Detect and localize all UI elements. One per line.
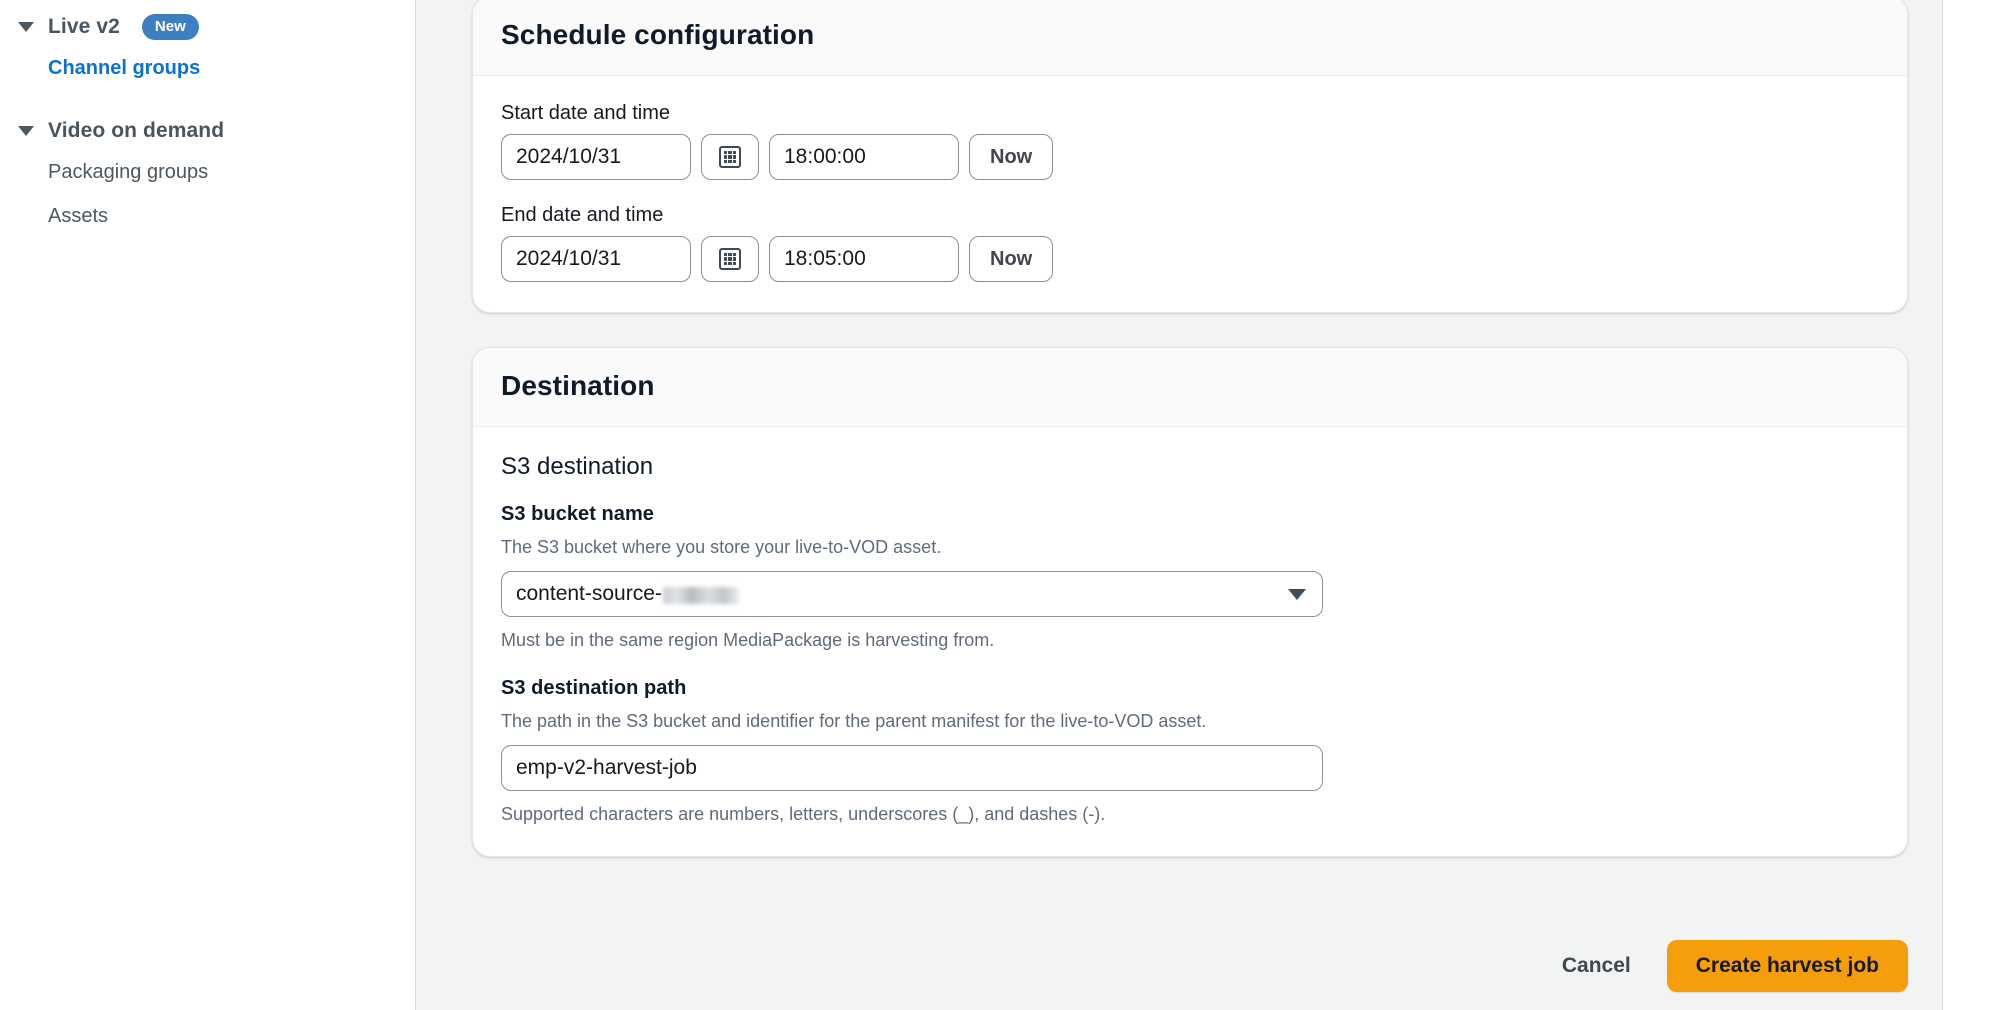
main-content: Schedule configuration Start date and ti… xyxy=(416,0,1943,1010)
card-spacer xyxy=(472,313,1908,347)
schedule-card-body: Start date and time 2024/10/31 18:00:00 … xyxy=(473,76,1907,312)
end-time-input[interactable]: 18:05:00 xyxy=(769,236,959,282)
s3-bucket-name-text: content-source- xyxy=(516,582,662,606)
start-date-time-label: Start date and time xyxy=(501,102,670,124)
sidebar-item-channel-groups[interactable]: Channel groups xyxy=(0,46,415,90)
sidebar-group-live-v2[interactable]: Live v2 New xyxy=(0,8,415,46)
form-column: Schedule configuration Start date and ti… xyxy=(472,0,1908,858)
s3-destination-path-label: S3 destination path xyxy=(501,676,687,699)
start-date-time-row: 2024/10/31 18:00:00 Now xyxy=(501,134,1879,180)
start-date-calendar-button[interactable] xyxy=(701,134,759,180)
chevron-down-icon[interactable] xyxy=(1288,588,1306,600)
form-footer-actions: Cancel Create harvest job xyxy=(472,940,1908,992)
cancel-button[interactable]: Cancel xyxy=(1540,942,1653,990)
calendar-icon xyxy=(719,146,741,168)
field-spacer xyxy=(501,180,1879,204)
sidebar-group-title: Live v2 xyxy=(48,15,120,38)
start-date-input[interactable]: 2024/10/31 xyxy=(501,134,691,180)
s3-bucket-name-description: The S3 bucket where you store your live-… xyxy=(501,537,942,557)
start-time-input[interactable]: 18:00:00 xyxy=(769,134,959,180)
start-now-button[interactable]: Now xyxy=(969,134,1054,180)
destination-card-body: S3 destination S3 bucket name The S3 buc… xyxy=(473,427,1907,856)
destination-card-title: Destination xyxy=(501,370,655,401)
schedule-configuration-card: Schedule configuration Start date and ti… xyxy=(472,0,1908,313)
new-badge: New xyxy=(141,14,199,40)
app-root: Live v2 New Channel groups Video on dema… xyxy=(0,0,2000,1010)
caret-down-icon[interactable] xyxy=(18,22,34,32)
schedule-card-header: Schedule configuration xyxy=(473,0,1907,76)
s3-bucket-name-select[interactable]: content-source- xyxy=(501,571,1323,618)
end-date-input[interactable]: 2024/10/31 xyxy=(501,236,691,282)
end-date-time-label: End date and time xyxy=(501,204,664,226)
destination-card-header: Destination xyxy=(473,348,1907,427)
s3-destination-path-hint: Supported characters are numbers, letter… xyxy=(501,803,1106,824)
end-now-button[interactable]: Now xyxy=(969,236,1054,282)
create-harvest-job-button[interactable]: Create harvest job xyxy=(1666,940,1908,992)
redacted-text-block xyxy=(662,586,739,604)
end-date-time-row: 2024/10/31 18:05:00 Now xyxy=(501,236,1879,282)
schedule-card-title: Schedule configuration xyxy=(501,19,815,50)
sidebar-navigation: Live v2 New Channel groups Video on dema… xyxy=(0,0,416,1010)
calendar-icon xyxy=(719,248,741,270)
sidebar-item-assets[interactable]: Assets xyxy=(0,194,415,238)
caret-down-icon[interactable] xyxy=(18,126,34,136)
field-spacer xyxy=(501,653,1879,677)
sidebar-group-title: Video on demand xyxy=(48,119,225,142)
s3-destination-section-title: S3 destination xyxy=(501,453,654,480)
s3-bucket-name-label: S3 bucket name xyxy=(501,503,654,525)
end-date-calendar-button[interactable] xyxy=(701,236,759,282)
s3-bucket-name-hint: Must be in the same region MediaPackage … xyxy=(501,630,995,651)
destination-card: Destination S3 destination S3 bucket nam… xyxy=(472,347,1908,858)
s3-bucket-name-selected-value: content-source- xyxy=(516,582,739,606)
sidebar-group-video-on-demand[interactable]: Video on demand xyxy=(0,112,415,150)
sidebar-item-packaging-groups[interactable]: Packaging groups xyxy=(0,150,415,194)
s3-destination-path-description: The path in the S3 bucket and identifier… xyxy=(501,710,1207,731)
s3-destination-path-input[interactable]: emp-v2-harvest-job xyxy=(501,744,1323,791)
